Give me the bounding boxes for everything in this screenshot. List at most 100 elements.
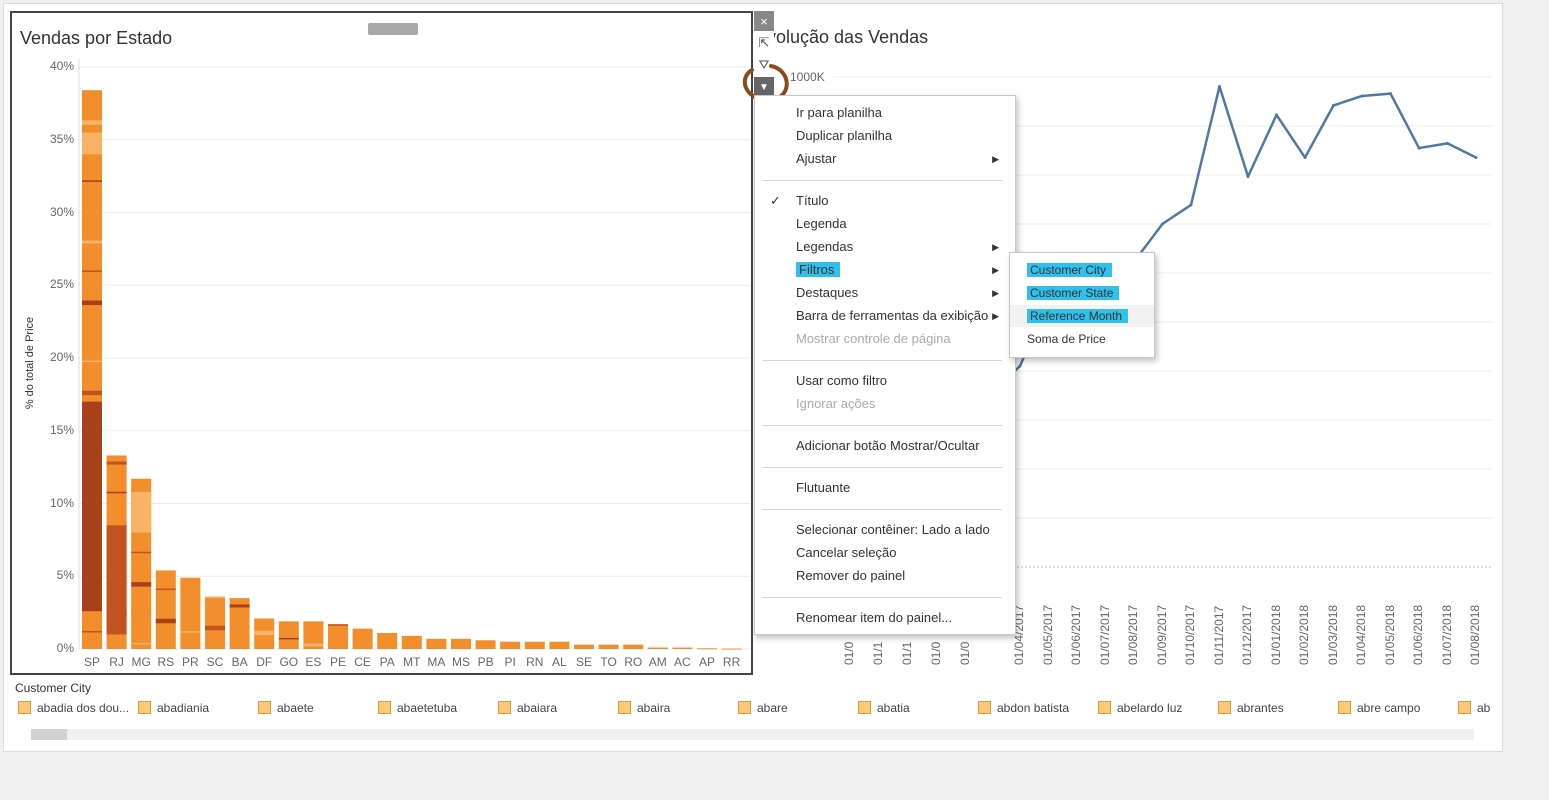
legend-item[interactable]: abaiara: [498, 700, 557, 715]
x-date-label: 01/10/2017: [1183, 604, 1197, 665]
bar-AC[interactable]: [672, 647, 693, 649]
legend-item[interactable]: abre campo: [1338, 700, 1421, 715]
bar-CE[interactable]: [352, 628, 373, 649]
line-point[interactable]: [1246, 174, 1250, 178]
menu-item-label: Usar como filtro: [796, 373, 888, 388]
legend-swatch: [1098, 701, 1111, 715]
bar-PB[interactable]: [475, 640, 496, 649]
line-point[interactable]: [1360, 94, 1364, 98]
line-point[interactable]: [1275, 113, 1278, 117]
checkmark-icon: ✓: [770, 193, 781, 208]
line-point[interactable]: [1018, 364, 1022, 368]
menu-item-renomear-item-do-painel[interactable]: Renomear item do painel...: [755, 607, 1015, 629]
bar-MT[interactable]: [401, 635, 422, 649]
line-point[interactable]: [1474, 156, 1478, 160]
bar-chart[interactable]: [12, 13, 752, 673]
submenu-item-soma-de-price[interactable]: Soma de Price: [1010, 328, 1154, 350]
legend-label: abre campo: [1357, 700, 1421, 715]
menu-item-ir-para-planilha[interactable]: Ir para planilha: [755, 102, 1015, 124]
legend-swatch: [498, 701, 511, 715]
bar-segment: [82, 270, 102, 273]
bar-RS[interactable]: [155, 570, 176, 649]
menu-item-legendas[interactable]: Legendas ▶: [755, 236, 1015, 258]
menu-item-titulo[interactable]: ✓ Título: [755, 190, 1015, 212]
legend-item[interactable]: abatia: [858, 700, 910, 715]
menu-item-legenda[interactable]: Legenda: [755, 213, 1015, 235]
bar-GO[interactable]: [278, 621, 299, 649]
bar-segment: [82, 300, 102, 306]
submenu-arrow-icon: ▶: [992, 288, 999, 298]
menu-item-label: Duplicar planilha: [796, 128, 893, 143]
bar-SC[interactable]: [205, 596, 225, 649]
context-menu: Ir para planilha Duplicar planilha Ajustar…: [754, 95, 1016, 635]
menu-separator: [762, 425, 1002, 426]
more-options-icon[interactable]: ▼: [754, 77, 774, 97]
legend-swatch: [618, 701, 631, 715]
menu-item-label: Ajustar: [796, 151, 837, 166]
menu-item-adicionar-botao-mostrar-ocultar[interactable]: Adicionar botão Mostrar/Ocultar: [755, 435, 1015, 457]
bar-RO[interactable]: [623, 644, 644, 649]
menu-separator: [762, 180, 1002, 181]
legend-item[interactable]: abrantes: [1218, 700, 1284, 715]
bar-RR[interactable]: [721, 648, 742, 650]
line-point[interactable]: [1446, 141, 1449, 145]
line-point[interactable]: [1189, 203, 1193, 207]
line-point[interactable]: [1161, 222, 1164, 226]
menu-item-flutuante[interactable]: Flutuante: [755, 477, 1015, 499]
x-date-label: 01/0: [958, 641, 972, 665]
popout-icon[interactable]: ⇱: [754, 33, 774, 53]
legend-item[interactable]: abaete: [258, 700, 314, 715]
line-point[interactable]: [1389, 92, 1392, 96]
legend-item[interactable]: abelardo luz: [1098, 700, 1182, 715]
legend-item[interactable]: abare: [738, 700, 788, 715]
bar-PA[interactable]: [377, 632, 398, 649]
bar-SE[interactable]: [574, 644, 594, 649]
x-date-label: 01/05/2018: [1382, 604, 1397, 665]
filter-icon[interactable]: ⛛: [754, 55, 774, 75]
menu-item-selecionar-conteiner-lado-a-lado[interactable]: Selecionar contêiner: Lado a lado: [755, 519, 1015, 541]
bar-segment: [303, 643, 324, 647]
menu-item-remover-do-painel[interactable]: Remover do painel: [755, 565, 1015, 587]
legend-item[interactable]: abadia dos dou...: [18, 700, 129, 715]
legend-item[interactable]: abaetetuba: [378, 700, 457, 715]
close-icon[interactable]: ×: [754, 11, 774, 31]
menu-item-cancelar-selecao[interactable]: Cancelar seleção: [755, 542, 1015, 564]
legend-label: abaira: [637, 700, 671, 715]
menu-item-barra-de-ferramentas-da-exibicao[interactable]: Barra de ferramentas da exibição ▶: [755, 305, 1015, 327]
line-point[interactable]: [1417, 146, 1421, 150]
bar-PR[interactable]: [180, 577, 201, 649]
line-point[interactable]: [1303, 156, 1307, 160]
bar-PE[interactable]: [328, 624, 348, 649]
bar-TO[interactable]: [598, 644, 619, 649]
submenu-item-customer-city[interactable]: Customer City: [1010, 259, 1154, 281]
x-date-label: 01/08/2017: [1126, 604, 1140, 665]
menu-item-usar-como-filtro[interactable]: Usar como filtro: [755, 370, 1015, 392]
bar-segment: [82, 240, 102, 244]
line-point[interactable]: [1218, 84, 1221, 88]
legend-item[interactable]: ab: [1458, 700, 1490, 715]
submenu-item-reference-month[interactable]: Reference Month: [1010, 305, 1154, 327]
legend-scrollbar[interactable]: [31, 729, 1474, 740]
bar-AM[interactable]: [647, 647, 668, 649]
legend-item[interactable]: abaira: [618, 700, 671, 715]
menu-item-duplicar-planilha[interactable]: Duplicar planilha: [755, 125, 1015, 147]
submenu-arrow-icon: ▶: [992, 154, 999, 164]
line-point[interactable]: [1332, 103, 1335, 107]
menu-item-ajustar[interactable]: Ajustar ▶: [755, 148, 1015, 170]
menu-item-filtros[interactable]: Filtros ▶: [755, 259, 1015, 281]
menu-item-label: Remover do painel: [796, 568, 906, 583]
bar-segment: [131, 642, 152, 645]
bar-RN[interactable]: [524, 641, 545, 649]
bar-MS[interactable]: [451, 638, 471, 649]
bar-PI[interactable]: [500, 641, 521, 649]
menu-item-destaques[interactable]: Destaques ▶: [755, 282, 1015, 304]
legend-item[interactable]: abadiania: [138, 700, 209, 715]
bar-chart-card[interactable]: Vendas por Estado % do total de Price 40…: [10, 11, 753, 675]
bar-AL[interactable]: [549, 641, 570, 649]
scrollbar-thumb[interactable]: [31, 729, 67, 740]
bar-segment: [131, 612, 152, 616]
submenu-item-customer-state[interactable]: Customer State: [1010, 282, 1154, 304]
bar-MA[interactable]: [426, 638, 447, 649]
bar-AP[interactable]: [697, 648, 717, 650]
legend-item[interactable]: abdon batista: [978, 700, 1069, 715]
